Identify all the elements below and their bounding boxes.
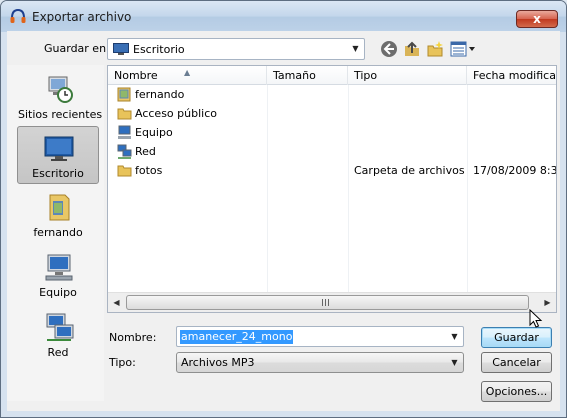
location-value: Escritorio	[133, 43, 185, 56]
place-label: fernando	[33, 226, 83, 239]
location-row: Guardar en: Escritorio ▼	[7, 38, 560, 62]
dialog-body: Guardar en: Escritorio ▼ Sitios reciente…	[7, 31, 560, 411]
list-item[interactable]: fotos Carpeta de archivos 17/08/2009 8:3…	[108, 161, 556, 180]
close-icon: x	[533, 12, 541, 26]
mouse-pointer-icon	[529, 309, 543, 328]
place-label: Equipo	[39, 286, 77, 299]
recent-places-icon	[48, 76, 73, 103]
type-label: Tipo:	[109, 356, 136, 369]
list-item[interactable]: Equipo	[108, 123, 556, 142]
export-dialog: Exportar archivo x Guardar en: Escritori…	[0, 0, 567, 418]
place-network[interactable]: Red	[17, 305, 99, 363]
scroll-grip-icon	[322, 299, 330, 306]
place-label: Escritorio	[32, 167, 84, 180]
place-desktop[interactable]: Escritorio	[17, 126, 99, 184]
place-recent[interactable]: Sitios recientes	[17, 67, 103, 125]
name-label: Nombre:	[109, 331, 157, 344]
window-title: Exportar archivo	[32, 10, 132, 24]
chevron-down-icon[interactable]: ▼	[446, 353, 463, 373]
location-combo[interactable]: Escritorio ▼	[107, 38, 365, 60]
up-folder-icon[interactable]	[403, 40, 421, 58]
scroll-left-icon[interactable]: ◀	[108, 293, 125, 312]
place-user[interactable]: fernando	[17, 185, 99, 243]
filename-input[interactable]: amanecer_24_mono ▼	[176, 326, 464, 347]
filename-value: amanecer_24_mono	[180, 330, 294, 344]
folder-icon	[117, 165, 132, 177]
filetype-value: Archivos MP3	[181, 356, 255, 369]
list-item[interactable]: Acceso público	[108, 104, 556, 123]
folder-icon	[117, 108, 132, 120]
cancel-button[interactable]: Cancelar	[481, 352, 552, 373]
user-folder-icon	[49, 194, 70, 221]
chevron-down-icon[interactable]: ▼	[347, 39, 364, 59]
user-folder-icon	[117, 87, 131, 102]
location-label: Guardar en:	[44, 42, 110, 55]
chevron-down-icon[interactable]: ▼	[446, 327, 463, 347]
places-bar: Sitios recientes Escritorio fernando Equ…	[7, 65, 104, 401]
column-header-size[interactable]: Tamaño	[267, 66, 348, 85]
audacity-headphones-icon	[10, 8, 26, 23]
list-item[interactable]: fernando	[108, 85, 556, 104]
place-label: Sitios recientes	[18, 108, 103, 121]
place-label: Red	[47, 346, 69, 359]
column-header-name[interactable]: Nombre ▲	[108, 66, 267, 85]
place-computer[interactable]: Equipo	[17, 245, 99, 303]
options-button[interactable]: Opciones...	[481, 381, 552, 402]
column-header-type[interactable]: Tipo	[348, 66, 467, 85]
horizontal-scrollbar[interactable]: ◀ ▶	[108, 292, 556, 312]
computer-icon	[118, 125, 131, 139]
back-icon[interactable]	[380, 40, 398, 58]
desktop-icon	[113, 43, 129, 55]
sort-ascending-icon: ▲	[184, 68, 191, 77]
title-bar[interactable]: Exportar archivo x	[1, 1, 566, 32]
new-folder-icon[interactable]	[426, 40, 444, 58]
close-button[interactable]: x	[516, 10, 558, 28]
column-headers: Nombre ▲ Tamaño Tipo Fecha modificac	[108, 66, 556, 85]
network-icon	[117, 144, 132, 159]
column-header-date[interactable]: Fecha modificac	[467, 66, 556, 85]
computer-icon	[45, 254, 73, 281]
list-item[interactable]: Red	[108, 142, 556, 161]
file-list[interactable]: Nombre ▲ Tamaño Tipo Fecha modificac fer…	[107, 65, 557, 313]
scroll-thumb[interactable]	[126, 295, 529, 310]
filetype-select[interactable]: Archivos MP3 ▼	[176, 352, 464, 373]
desktop-icon	[44, 136, 74, 161]
save-button[interactable]: Guardar	[481, 327, 552, 348]
network-icon	[46, 313, 74, 341]
view-menu-icon[interactable]	[450, 40, 476, 58]
